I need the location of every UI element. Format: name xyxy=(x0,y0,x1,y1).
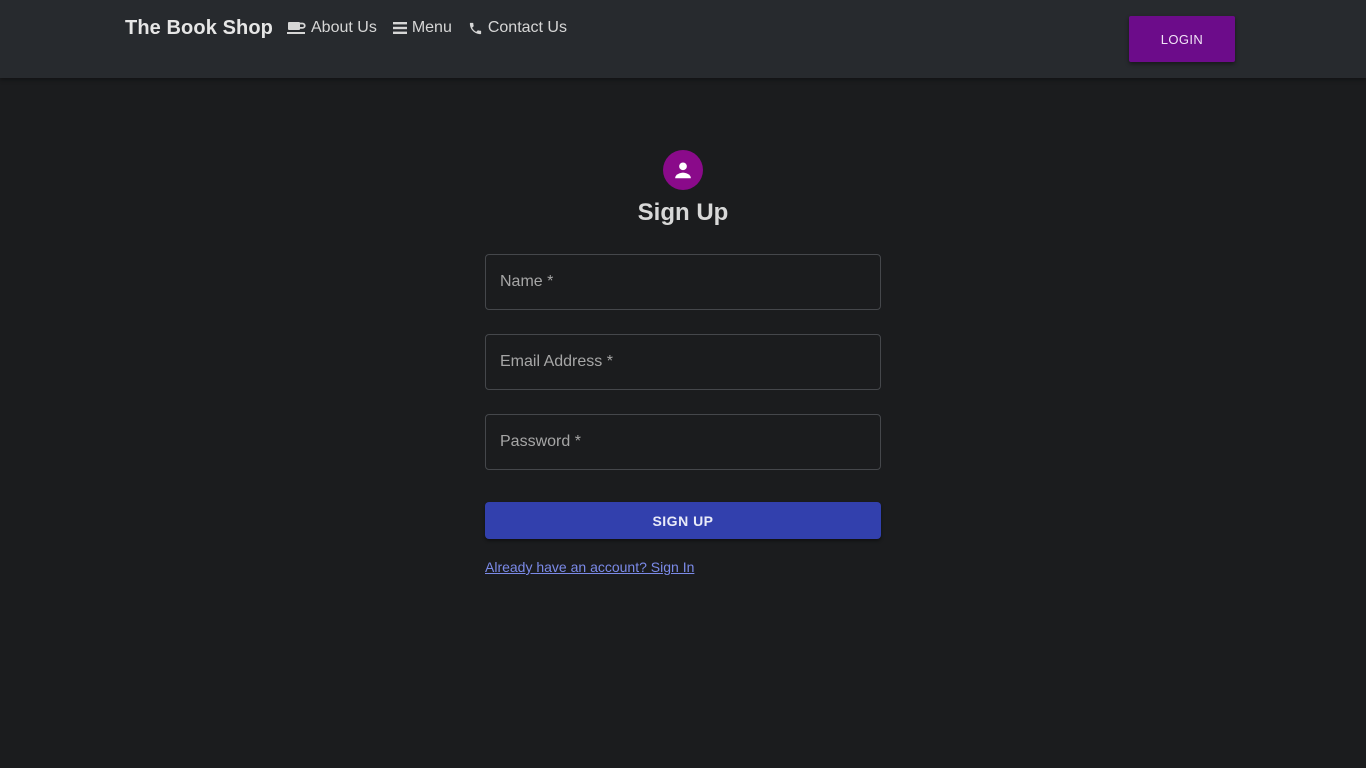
nav-menu[interactable]: Menu xyxy=(392,19,452,37)
login-button[interactable]: LOGIN xyxy=(1129,16,1235,62)
page-title: Sign Up xyxy=(637,199,729,226)
nav-links: About Us Menu Contact Us xyxy=(287,19,583,37)
email-input[interactable] xyxy=(486,335,880,389)
nav-about-us-label: About Us xyxy=(311,19,377,36)
nav-contact-us-label: Contact Us xyxy=(487,19,567,36)
phone-icon xyxy=(469,22,481,34)
brand-title[interactable]: The Book Shop xyxy=(125,17,273,40)
top-navbar: The Book Shop About Us Menu Contact Us L… xyxy=(0,0,1366,78)
email-field[interactable]: Email Address * xyxy=(485,334,881,390)
name-field[interactable]: Name * xyxy=(485,254,881,310)
sign-in-link[interactable]: Already have an account? Sign In xyxy=(485,559,694,575)
person-icon xyxy=(675,162,691,179)
nav-about-us[interactable]: About Us xyxy=(287,19,377,37)
password-field[interactable]: Password * xyxy=(485,414,881,470)
hamburger-menu-icon xyxy=(392,22,407,34)
coffee-icon xyxy=(287,22,306,34)
avatar xyxy=(663,150,703,190)
nav-contact-us[interactable]: Contact Us xyxy=(468,19,567,37)
password-input[interactable] xyxy=(486,415,880,469)
name-input[interactable] xyxy=(486,255,880,309)
nav-menu-label: Menu xyxy=(411,19,452,36)
sign-up-button[interactable]: SIGN UP xyxy=(485,502,881,539)
